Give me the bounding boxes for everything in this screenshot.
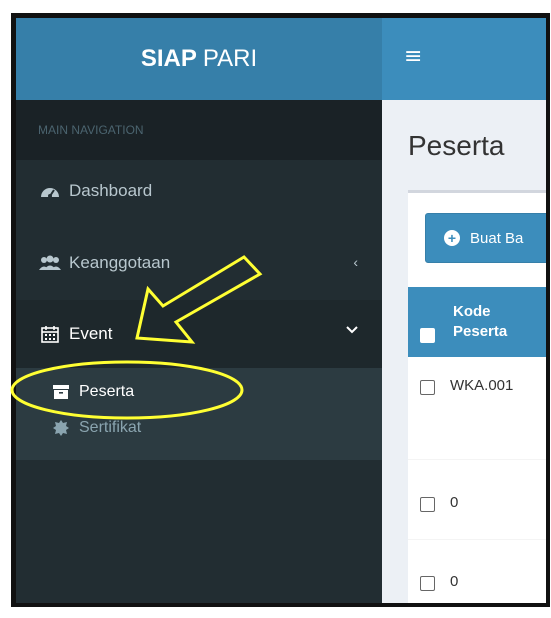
sidebar-subitem-peserta[interactable]: Peserta xyxy=(16,376,382,408)
table-header: Kode Peserta xyxy=(408,287,546,357)
main-navigation-header: MAIN NAVIGATION xyxy=(16,100,382,160)
archive-icon xyxy=(52,385,70,399)
calendar-icon xyxy=(39,325,61,343)
sidebar-item-label: Keanggotaan xyxy=(69,253,171,272)
kode-peserta-cell: 0 xyxy=(450,573,459,590)
row-checkbox[interactable] xyxy=(420,497,435,512)
sidebar-subitem-label: Sertifikat xyxy=(79,419,142,436)
plus-circle-icon: + xyxy=(444,230,460,246)
sidebar-item-label: Event xyxy=(69,324,113,343)
brand-rest: PARI xyxy=(202,45,258,72)
main-content: ≡ Peserta + Buat Ba Kode Peserta WKA.001 xyxy=(382,18,546,603)
app-window: SIAP PARI MAIN NAVIGATION Dashboard Kean… xyxy=(16,18,546,603)
sidebar-item-keanggotaan[interactable]: Keanggotaan ‹ xyxy=(16,232,382,294)
table-row[interactable]: WKA.001 xyxy=(408,357,546,460)
column-header-kode-peserta[interactable]: Kode Peserta xyxy=(453,302,507,342)
column-header-line1: Kode xyxy=(453,303,491,320)
page-title: Peserta xyxy=(408,130,505,161)
kode-peserta-cell: 0 xyxy=(450,494,459,511)
sidebar-item-dashboard[interactable]: Dashboard xyxy=(16,160,382,222)
row-checkbox[interactable] xyxy=(420,576,435,591)
certificate-icon xyxy=(52,420,70,436)
sidebar-subitem-sertifikat[interactable]: Sertifikat xyxy=(16,412,382,444)
content-box: + Buat Ba Kode Peserta WKA.001 0 0 xyxy=(408,190,546,603)
frame-border-right xyxy=(546,13,550,607)
users-icon xyxy=(39,254,61,272)
brand-bold: SIAP xyxy=(140,45,197,72)
row-checkbox[interactable] xyxy=(420,380,435,395)
sidebar: SIAP PARI MAIN NAVIGATION Dashboard Kean… xyxy=(16,18,382,603)
brand-logo[interactable]: SIAP PARI xyxy=(16,18,382,100)
frame-margin-top xyxy=(0,0,551,13)
column-header-line2: Peserta xyxy=(453,323,508,340)
sidebar-subitem-label: Peserta xyxy=(79,383,135,400)
select-all-checkbox[interactable] xyxy=(420,328,435,343)
dashboard-icon xyxy=(39,182,61,200)
create-new-label: Buat Ba xyxy=(470,229,524,247)
chevron-left-icon: ‹ xyxy=(353,254,358,270)
event-submenu: Peserta Sertifikat xyxy=(16,368,382,460)
sidebar-item-label: Dashboard xyxy=(69,181,153,200)
kode-peserta-cell: WKA.001 xyxy=(450,377,514,394)
chevron-down-icon xyxy=(346,322,358,338)
sidebar-item-event[interactable]: Event xyxy=(16,300,382,368)
hamburger-menu-icon[interactable]: ≡ xyxy=(404,46,422,68)
frame-border-bottom xyxy=(11,603,547,607)
table-row[interactable]: 0 xyxy=(408,459,546,540)
top-navbar: ≡ xyxy=(382,18,546,100)
create-new-button[interactable]: + Buat Ba xyxy=(425,213,546,263)
table-row[interactable]: 0 xyxy=(408,539,546,603)
